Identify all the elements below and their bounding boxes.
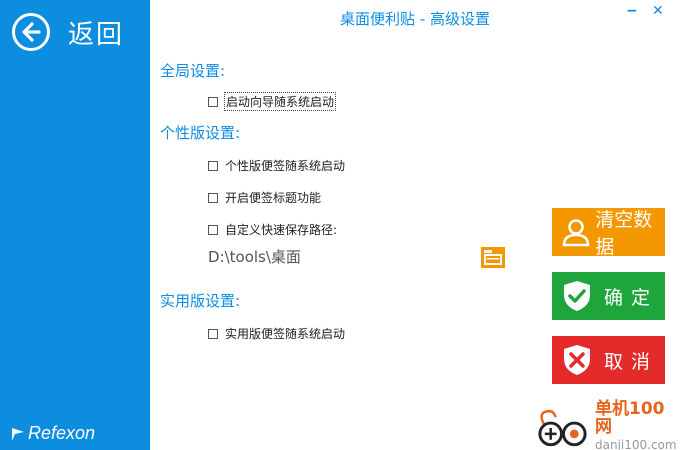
back-arrow-icon: [12, 13, 50, 51]
confirm-button[interactable]: 确定: [552, 272, 665, 320]
watermark: 单机100网 danji100.com: [534, 400, 680, 450]
shield-x-icon: [560, 343, 594, 377]
option-practical-autostart[interactable]: 实用版便签随系统启动: [208, 325, 345, 342]
folder-icon: [481, 247, 505, 268]
checkbox[interactable]: [208, 224, 218, 235]
save-path-value: D:\tools\桌面: [208, 248, 301, 266]
section-title-personal: 个性版设置:: [160, 124, 241, 142]
watermark-url: danji100.com: [595, 438, 677, 450]
cancel-label: 取消: [604, 350, 659, 373]
back-button[interactable]: 返回: [12, 12, 124, 52]
option-custom-save-path[interactable]: 自定义快速保存路径:: [208, 221, 337, 238]
option-note-title[interactable]: 开启便签标题功能: [208, 189, 321, 206]
clear-data-button[interactable]: 清空数据: [552, 208, 665, 258]
option-label: 自定义快速保存路径:: [225, 223, 338, 237]
sidebar: 返回 Refexon: [0, 0, 150, 450]
brand-logo: Refexon: [10, 423, 95, 444]
brand-flag-icon: [12, 427, 24, 441]
section-title-global: 全局设置:: [160, 62, 226, 80]
window-title: 桌面便利贴 - 高级设置: [340, 10, 490, 28]
checkbox[interactable]: [208, 96, 218, 107]
watermark-name: 单机100网: [595, 399, 665, 437]
shield-check-icon: [560, 279, 594, 313]
checkbox[interactable]: [208, 160, 218, 171]
minimize-button[interactable]: −: [626, 3, 638, 19]
close-button[interactable]: ✕: [652, 3, 664, 19]
user-icon: [560, 215, 591, 249]
checkbox[interactable]: [208, 328, 218, 339]
option-wizard-autostart[interactable]: 启动向导随系统启动: [208, 92, 337, 111]
option-personal-autostart[interactable]: 个性版便签随系统启动: [208, 157, 345, 174]
section-title-practical: 实用版设置:: [160, 292, 241, 310]
option-label: 个性版便签随系统启动: [225, 159, 346, 173]
option-label: 开启便签标题功能: [225, 191, 322, 205]
cancel-button[interactable]: 取消: [552, 336, 665, 384]
confirm-label: 确定: [604, 286, 659, 309]
folder-browse-button[interactable]: [480, 245, 506, 269]
watermark-text: 单机100网 danji100.com: [595, 400, 680, 450]
brand-name: Refexon: [28, 423, 96, 443]
back-label: 返回: [68, 19, 125, 50]
option-label: 启动向导随系统启动: [223, 92, 337, 111]
gamepad-logo-icon: [538, 409, 587, 447]
clear-data-label: 清空数据: [595, 209, 653, 258]
checkbox[interactable]: [208, 192, 218, 203]
option-label: 实用版便签随系统启动: [225, 327, 346, 341]
